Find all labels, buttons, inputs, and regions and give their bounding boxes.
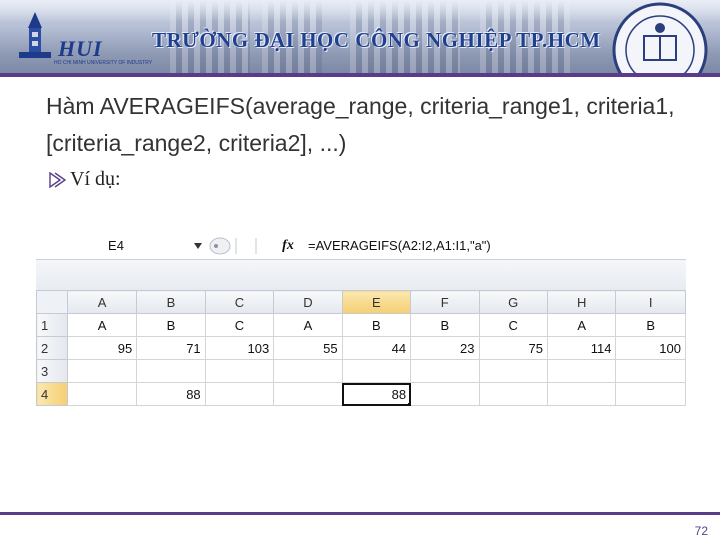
cell[interactable]: C	[478, 313, 548, 337]
cell[interactable]: A	[273, 313, 343, 337]
cell[interactable]	[615, 382, 686, 406]
cell[interactable]	[410, 359, 480, 383]
cell[interactable]: B	[341, 313, 412, 337]
cell[interactable]: B	[410, 313, 480, 337]
cell[interactable]	[273, 359, 343, 383]
cell[interactable]: 75	[478, 336, 548, 360]
cell[interactable]	[615, 359, 686, 383]
cell[interactable]: 23	[410, 336, 480, 360]
cell[interactable]	[341, 359, 412, 383]
cell[interactable]: A	[66, 313, 138, 337]
column-header-row: A B C D E F G H I	[36, 290, 686, 314]
formula-input[interactable]: =AVERAGEIFS(A2:I2,A1:I1,"a")	[308, 236, 678, 256]
row-header-3[interactable]: 3	[36, 359, 68, 383]
cell[interactable]	[204, 382, 275, 406]
cell[interactable]	[66, 382, 138, 406]
table-row: 2 95 71 103 55 44 23 75 114 100	[36, 336, 686, 360]
cell[interactable]: 71	[136, 336, 206, 360]
cell[interactable]: B	[615, 313, 686, 337]
cell[interactable]	[546, 382, 617, 406]
cell[interactable]	[273, 382, 343, 406]
slide-title: Hàm AVERAGEIFS(average_range, criteria_r…	[46, 93, 675, 156]
cell[interactable]: C	[204, 313, 275, 337]
column-header-d[interactable]: D	[273, 290, 343, 314]
formula-bar-buttons	[209, 237, 257, 255]
column-header-b[interactable]: B	[136, 290, 206, 314]
cell[interactable]	[136, 359, 206, 383]
school-name: TRƯỜNG ĐẠI HỌC CÔNG NGHIỆP TP.HCM	[152, 28, 601, 52]
university-logo: HUI HO CHI MINH UNIVERSITY OF INDUSTRY	[14, 10, 152, 66]
column-header-c[interactable]: C	[204, 290, 275, 314]
bullet-example: Ví dụ:	[46, 168, 121, 191]
column-header-g[interactable]: G	[478, 290, 548, 314]
table-row: 1 A B C A B B C A B	[36, 313, 686, 337]
fill-handle[interactable]	[408, 403, 410, 405]
cell[interactable]	[204, 359, 275, 383]
cell[interactable]: 88	[136, 382, 206, 406]
header-banner: HUI HO CHI MINH UNIVERSITY OF INDUSTRY T…	[0, 0, 720, 76]
cell[interactable]	[66, 359, 138, 383]
cell[interactable]: 100	[615, 336, 686, 360]
bullet-text: Ví dụ:	[70, 168, 121, 190]
cell-value: 88	[391, 386, 407, 402]
cell[interactable]	[410, 382, 480, 406]
chevron-down-icon[interactable]	[194, 243, 202, 249]
row-header-2[interactable]: 2	[36, 336, 68, 360]
cell[interactable]: 55	[273, 336, 343, 360]
table-row: 3	[36, 359, 686, 383]
row-header-4[interactable]: 4	[36, 382, 68, 406]
cell[interactable]: 44	[341, 336, 412, 360]
column-header-e[interactable]: E	[341, 290, 412, 314]
column-header-i[interactable]: I	[615, 290, 686, 314]
logo-subtitle: HO CHI MINH UNIVERSITY OF INDUSTRY	[54, 60, 153, 66]
cell[interactable]: A	[546, 313, 617, 337]
column-header-a[interactable]: A	[66, 290, 138, 314]
cell[interactable]	[478, 382, 548, 406]
name-box[interactable]: E4	[36, 236, 196, 256]
toolbar-strip	[36, 259, 686, 290]
column-header-h[interactable]: H	[546, 290, 617, 314]
cell[interactable]: 114	[546, 336, 617, 360]
cell[interactable]: 95	[66, 336, 138, 360]
footer-divider	[0, 512, 720, 515]
cell[interactable]: 103	[204, 336, 275, 360]
cell[interactable]: B	[136, 313, 206, 337]
page-number: 72	[694, 524, 708, 538]
column-header-f[interactable]: F	[410, 290, 480, 314]
insert-function-icon[interactable]: fx	[278, 236, 298, 256]
university-seal-icon	[612, 2, 708, 76]
formula-bar: E4 fx =AVERAGEIFS(A2:I2,A1:I1,"a")	[36, 233, 686, 259]
selected-cell-e4[interactable]: 88	[341, 382, 412, 406]
logo-text: HUI	[58, 36, 103, 61]
header-divider	[0, 73, 720, 77]
cell[interactable]	[546, 359, 617, 383]
row-header-1[interactable]: 1	[36, 313, 68, 337]
select-all-corner[interactable]	[36, 290, 68, 314]
logo-tower-icon	[19, 12, 51, 58]
excel-screenshot: E4 fx =AVERAGEIFS(A2:I2,A1:I1,"a") A B C…	[36, 233, 686, 423]
spreadsheet-grid: A B C D E F G H I 1 A B C A B B C A B 2 …	[36, 290, 686, 406]
cell[interactable]	[478, 359, 548, 383]
table-row: 4 88 88	[36, 382, 686, 406]
bullet-icon	[49, 171, 67, 188]
